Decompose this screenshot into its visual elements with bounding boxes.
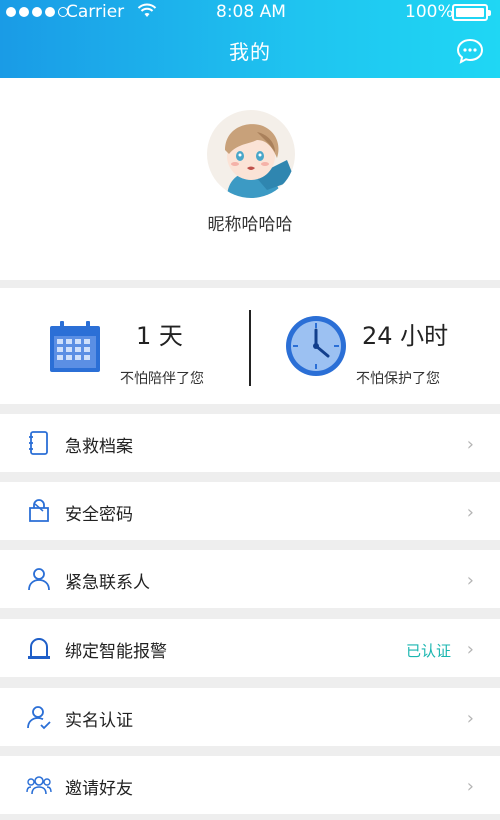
stats-card: 1 天 不怕陪伴了您 24 小时 不怕保护了您 [0, 288, 500, 404]
hours-caption: 不怕保护了您 [356, 371, 440, 387]
chevron-right-icon: › [466, 639, 474, 660]
menu-item-invite-friends[interactable]: 邀请好友 › [0, 756, 500, 814]
menu-item-bind-smart-alarm[interactable]: 绑定智能报警 已认证 › [0, 619, 500, 677]
app-header: Carrier 8:08 AM 100% 我的 [0, 0, 500, 78]
stats-divider [249, 310, 251, 386]
person-icon [28, 568, 50, 591]
status-bar: Carrier 8:08 AM 100% [0, 0, 500, 26]
page-title: 我的 [229, 40, 271, 64]
profile-section: 昵称哈哈哈 [0, 78, 500, 280]
chevron-right-icon: › [466, 502, 474, 523]
group-icon [26, 776, 52, 795]
menu-item-security-password[interactable]: 安全密码 › [0, 482, 500, 540]
days-value: 1 天 [136, 322, 183, 350]
alarm-icon [28, 638, 50, 659]
chat-bubble-icon[interactable] [456, 38, 484, 64]
menu-item-label: 邀请好友 [65, 779, 133, 799]
clock-time: 8:08 AM [216, 2, 286, 22]
menu-item-label: 紧急联系人 [65, 573, 150, 593]
menu-item-first-aid-record[interactable]: 急救档案 › [0, 414, 500, 472]
days-caption: 不怕陪伴了您 [120, 371, 204, 387]
avatar[interactable] [207, 110, 295, 198]
menu-item-label: 实名认证 [65, 711, 133, 731]
chevron-right-icon: › [466, 776, 474, 797]
battery-percent: 100% [405, 2, 454, 22]
signal-icon [6, 7, 68, 17]
menu-item-emergency-contacts[interactable]: 紧急联系人 › [0, 550, 500, 608]
chevron-right-icon: › [466, 434, 474, 455]
verified-status: 已认证 [405, 642, 451, 660]
menu-item-label: 绑定智能报警 [65, 642, 167, 662]
menu-item-label: 安全密码 [65, 505, 133, 525]
menu-item-label: 急救档案 [65, 437, 133, 457]
clock-icon [286, 316, 346, 376]
carrier-label: Carrier [66, 2, 125, 22]
notebook-icon [29, 431, 48, 455]
chevron-right-icon: › [466, 708, 474, 729]
hours-value: 24 小时 [362, 322, 449, 350]
nickname[interactable]: 昵称哈哈哈 [0, 210, 500, 235]
wifi-icon [137, 3, 157, 17]
battery-icon [452, 4, 491, 21]
calendar-icon [50, 321, 100, 372]
menu-item-real-name-verification[interactable]: 实名认证 › [0, 688, 500, 746]
verified-user-icon [27, 706, 51, 730]
chevron-right-icon: › [466, 570, 474, 591]
lock-bag-icon [29, 499, 49, 522]
